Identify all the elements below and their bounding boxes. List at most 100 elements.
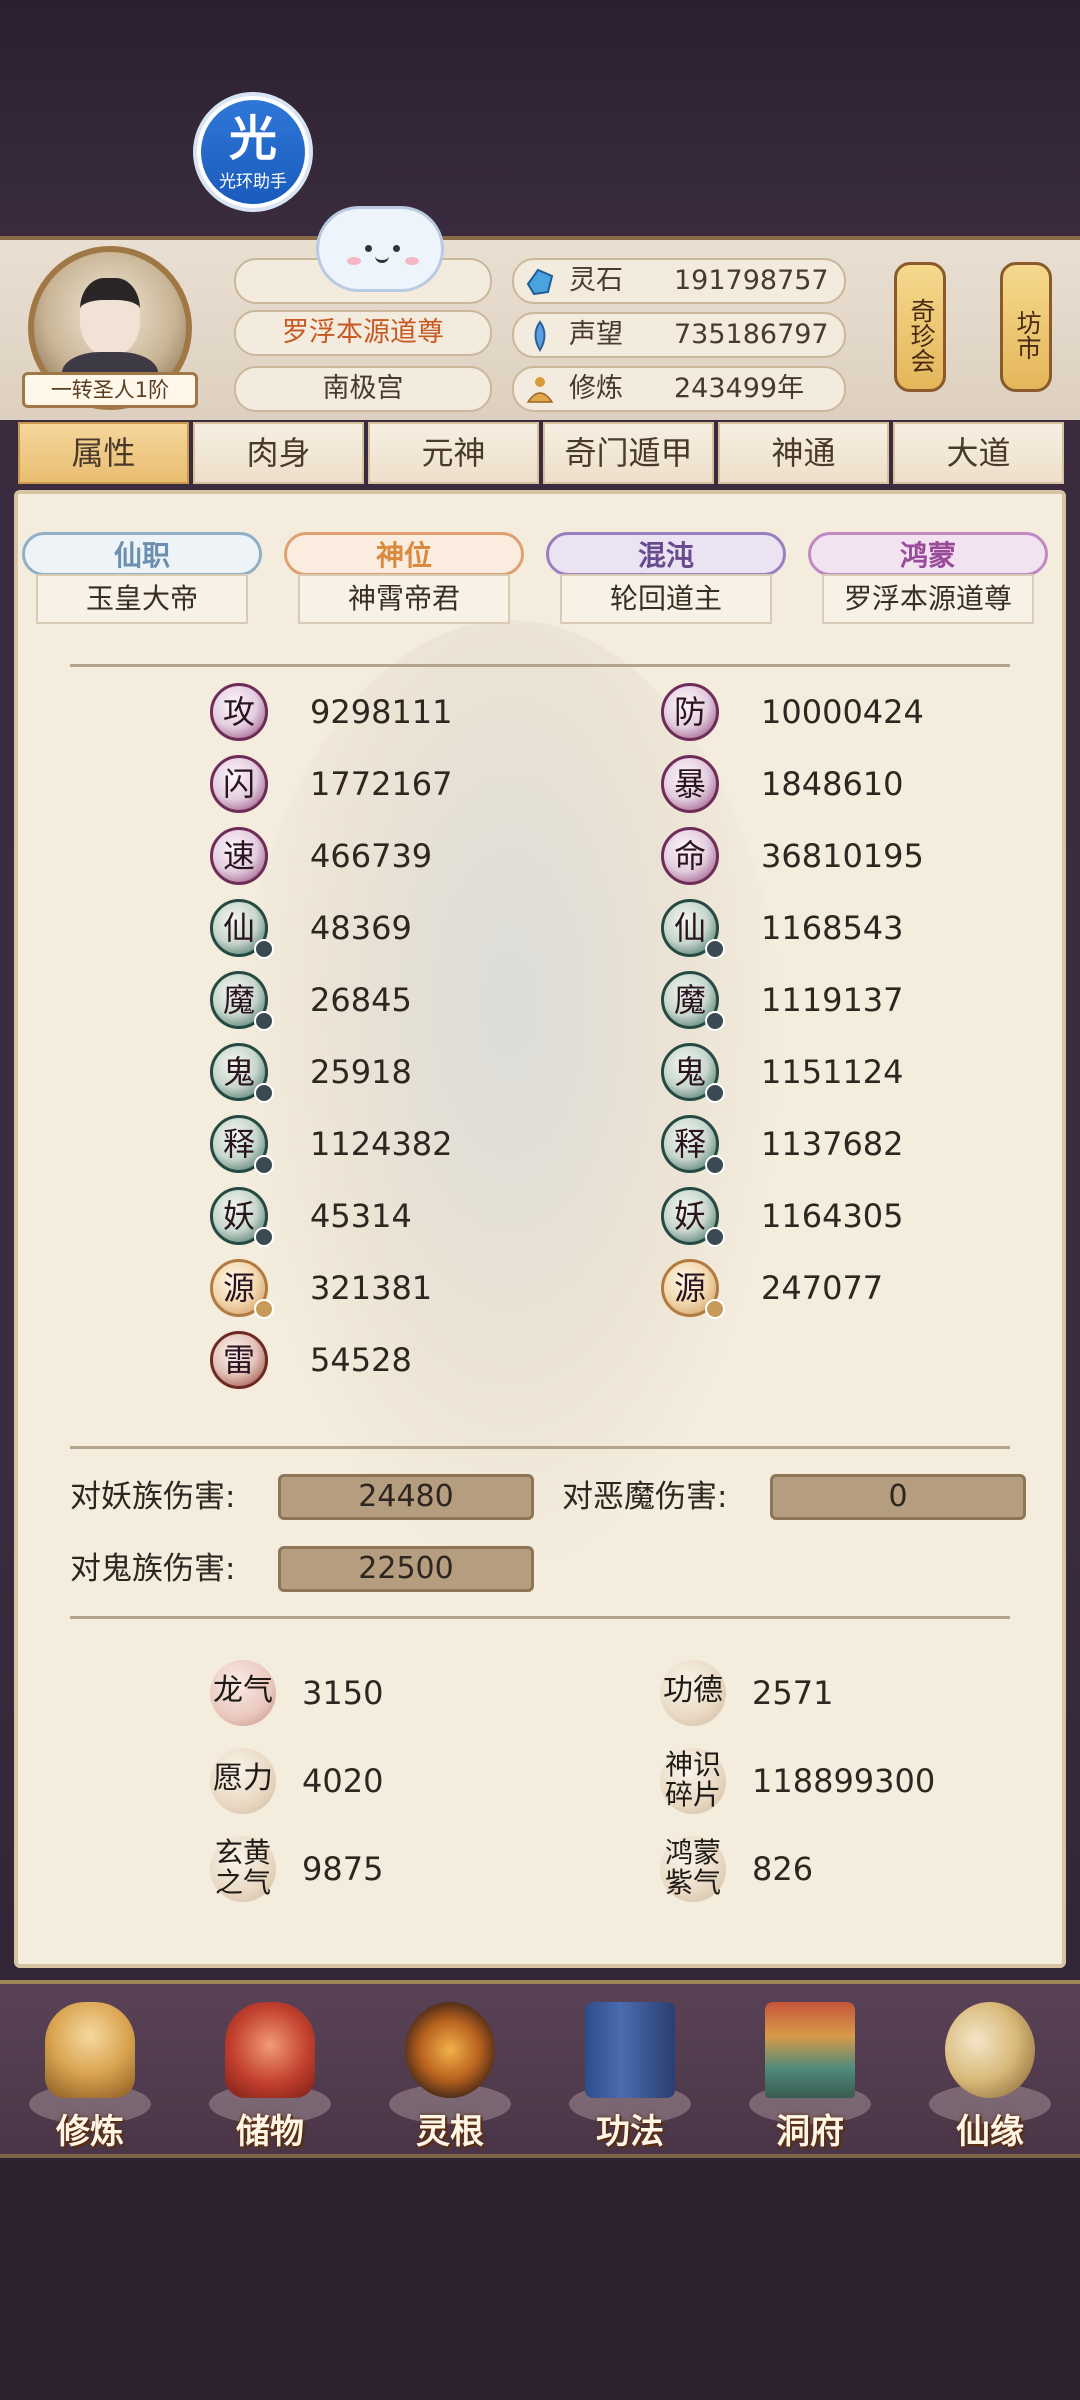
nav-fate[interactable]: 仙缘 [915, 1984, 1065, 2154]
stat-value: 10000424 [761, 693, 924, 731]
nav-label: 洞府 [776, 2112, 844, 2152]
spirit-root-icon [405, 2002, 495, 2098]
attack-mark-icon [254, 939, 274, 959]
helper-badge[interactable]: 光 光环助手 [193, 92, 313, 212]
nav-storage[interactable]: 储物 [195, 1984, 345, 2154]
player-rank: 一转圣人1阶 [22, 372, 198, 408]
defense-mark-icon [705, 1155, 725, 1175]
spirit-stone-icon [526, 268, 554, 296]
avatar-face [80, 278, 140, 356]
stat-yao-defense[interactable]: 妖 1164305 [661, 1187, 991, 1249]
player-sect: 南极宫 [234, 366, 492, 412]
health-icon: 命 [661, 827, 719, 885]
rank-head: 仙职 [22, 532, 262, 576]
stat-dodge: 闪 1772167 [210, 755, 540, 817]
stat-value: 9875 [302, 1850, 384, 1888]
stat-value: 247077 [761, 1269, 884, 1307]
stat-value: 3150 [302, 1674, 384, 1712]
stat-attack: 攻 9298111 [210, 683, 540, 745]
stat-buddha-defense[interactable]: 释 1137682 [661, 1115, 991, 1177]
stat-buddha-attack[interactable]: 释 1124382 [210, 1115, 540, 1177]
merit-icon: 功德 [660, 1660, 726, 1726]
stat-immortal-defense[interactable]: 仙 1168543 [661, 899, 991, 961]
palace-icon [765, 2002, 855, 2098]
stat-value: 1168543 [761, 909, 904, 947]
gourd-yinyang-icon [945, 2002, 1035, 2098]
stat-value: 1137682 [761, 1125, 904, 1163]
player-title: 罗浮本源道尊 [234, 310, 492, 356]
tab-soul[interactable]: 元神 [368, 422, 539, 484]
stat-origin-defense[interactable]: 源 247077 [661, 1259, 991, 1321]
rank-head: 神位 [284, 532, 524, 576]
stat-yao-attack[interactable]: 妖 45314 [210, 1187, 540, 1249]
stat-value: 45314 [310, 1197, 412, 1235]
stat-value: 1164305 [761, 1197, 904, 1235]
dodge-icon: 闪 [210, 755, 268, 813]
hongmeng-qi-icon: 鸿蒙紫气 [660, 1836, 726, 1902]
stat-crit: 暴 1848610 [661, 755, 991, 817]
scripture-book-icon [585, 2002, 675, 2098]
attack-icon: 攻 [210, 683, 268, 741]
stat-origin-attack[interactable]: 源 321381 [210, 1259, 540, 1321]
resource-cultivation: 修炼 243499年 [512, 366, 846, 412]
cloud-mascot-icon[interactable] [316, 206, 444, 292]
ghost-race-damage-label: 对鬼族伤害: [70, 1551, 236, 1587]
meditating-figure-icon [45, 2002, 135, 2098]
treasure-button[interactable]: 奇珍会 [894, 262, 946, 392]
rank-value: 轮回道主 [560, 574, 772, 624]
stat-value: 1119137 [761, 981, 904, 1019]
rank-value: 玉皇大帝 [36, 574, 248, 624]
treasure-bag-icon [225, 2002, 315, 2098]
stat-value: 54528 [310, 1341, 412, 1379]
stat-ghost-attack[interactable]: 鬼 25918 [210, 1043, 540, 1105]
resource-label: 声望 [569, 319, 623, 350]
wish-power-icon: 愿力 [210, 1748, 276, 1814]
stat-demon-attack[interactable]: 魔 26845 [210, 971, 540, 1033]
attack-mark-icon [254, 1299, 274, 1319]
nav-label: 修炼 [56, 2112, 124, 2152]
nav-techniques[interactable]: 功法 [555, 1984, 705, 2154]
dragon-qi-icon: 龙气 [210, 1660, 276, 1726]
stat-value: 25918 [310, 1053, 412, 1091]
stat-immortal-attack[interactable]: 仙 48369 [210, 899, 540, 961]
attack-mark-icon [254, 1227, 274, 1247]
xuanhuang-qi-icon: 玄黄之气 [210, 1836, 276, 1902]
nav-cave[interactable]: 洞府 [735, 1984, 885, 2154]
stat-value: 1772167 [310, 765, 453, 803]
defense-mark-icon [705, 1083, 725, 1103]
rank-immortal-post: 仙职 玉皇大帝 [22, 532, 262, 624]
stat-value: 36810195 [761, 837, 924, 875]
cultivation-icon [526, 377, 554, 403]
nav-spirit-root[interactable]: 灵根 [375, 1984, 525, 2154]
stat-value: 1848610 [761, 765, 904, 803]
defense-mark-icon [705, 1299, 725, 1319]
resource-label: 修炼 [569, 373, 623, 404]
tab-qimen[interactable]: 奇门遁甲 [543, 422, 714, 484]
rank-value: 神霄帝君 [298, 574, 510, 624]
stat-value: 48369 [310, 909, 412, 947]
tab-dao[interactable]: 大道 [893, 422, 1064, 484]
rank-head: 鸿蒙 [808, 532, 1048, 576]
stat-demon-defense[interactable]: 魔 1119137 [661, 971, 991, 1033]
stat-defense: 防 10000424 [661, 683, 991, 745]
tab-powers[interactable]: 神通 [718, 422, 889, 484]
nav-label: 仙缘 [956, 2112, 1024, 2152]
tab-body[interactable]: 肉身 [193, 422, 364, 484]
fame-icon [534, 320, 546, 352]
tab-attributes[interactable]: 属性 [18, 422, 189, 484]
bottom-nav: 修炼 储物 灵根 功法 洞府 仙缘 [0, 1980, 1080, 2158]
rank-chaos: 混沌 轮回道主 [546, 532, 786, 624]
stat-ghost-defense[interactable]: 鬼 1151124 [661, 1043, 991, 1105]
stat-health: 命 36810195 [661, 827, 991, 889]
rank-value: 罗浮本源道尊 [822, 574, 1034, 624]
divider [70, 1446, 1010, 1449]
attack-mark-icon [254, 1155, 274, 1175]
resource-fame: 声望 735186797 [512, 312, 846, 358]
market-button[interactable]: 坊市 [1000, 262, 1052, 392]
bottom-background [0, 2160, 1080, 2400]
nav-cultivate[interactable]: 修炼 [15, 1984, 165, 2154]
speed-icon: 速 [210, 827, 268, 885]
resource-value: 243499年 [674, 373, 805, 404]
rank-head: 混沌 [546, 532, 786, 576]
stat-value: 26845 [310, 981, 412, 1019]
